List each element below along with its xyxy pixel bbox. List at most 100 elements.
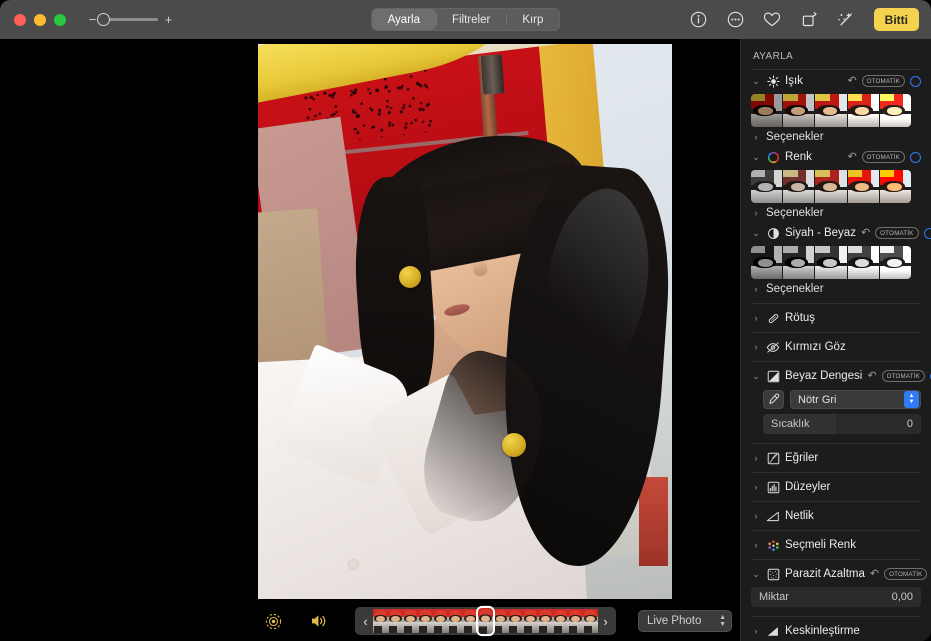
- preview-thumbnail[interactable]: [751, 246, 782, 279]
- chevron-right-icon[interactable]: ›: [751, 540, 761, 550]
- zoom-slider-track[interactable]: [103, 18, 158, 21]
- tab-adjust[interactable]: Ayarla: [372, 9, 436, 30]
- filmstrip-frame[interactable]: [403, 609, 418, 633]
- chevron-right-icon[interactable]: ›: [751, 284, 761, 294]
- preview-thumbnail[interactable]: [783, 94, 814, 127]
- eyedropper-icon[interactable]: [763, 390, 784, 409]
- chevron-updown-icon[interactable]: ▲▼: [904, 391, 919, 408]
- preview-thumbnail[interactable]: [848, 246, 879, 279]
- live-photo-filmstrip[interactable]: ‹ ›: [355, 607, 616, 635]
- preview-thumbnail[interactable]: [880, 94, 911, 127]
- group-noise-reduction-header[interactable]: ⌄ Parazit Azaltma↶OTOMATİK: [751, 563, 921, 585]
- filmstrip-frames[interactable]: [373, 609, 598, 633]
- chevron-right-icon[interactable]: ›: [751, 132, 761, 142]
- tab-filters[interactable]: Filtreler: [436, 9, 506, 30]
- group-color-options-row[interactable]: ›Seçenekler: [741, 203, 931, 222]
- chevron-right-icon[interactable]: ›: [751, 453, 761, 463]
- filmstrip-frame[interactable]: [418, 609, 433, 633]
- filmstrip-frame[interactable]: [568, 609, 583, 633]
- preview-thumbnail-row[interactable]: [751, 246, 911, 279]
- filmstrip-frame[interactable]: [508, 609, 523, 633]
- done-button[interactable]: Bitti: [874, 8, 919, 31]
- white-balance-mode-select[interactable]: Nötr Gri▲▼: [790, 390, 921, 409]
- live-photo-mode-select[interactable]: Live Photo ▲▼: [638, 610, 732, 632]
- filmstrip-frame[interactable]: [433, 609, 448, 633]
- preview-thumbnail-row[interactable]: [751, 170, 911, 203]
- group-color-header[interactable]: ⌄ Renk↶OTOMATİK: [751, 146, 921, 168]
- preview-thumbnail[interactable]: [880, 246, 911, 279]
- chevron-right-icon[interactable]: ›: [751, 208, 761, 218]
- enable-toggle-ring[interactable]: [910, 76, 921, 87]
- preview-thumbnail-row[interactable]: [751, 94, 911, 127]
- group-curves-header[interactable]: › Eğriler: [751, 447, 921, 469]
- noise-amount-slider[interactable]: Miktar0,00: [751, 587, 921, 607]
- live-photo-icon[interactable]: [265, 613, 282, 630]
- preview-thumbnail[interactable]: [751, 170, 782, 203]
- preview-thumbnail[interactable]: [783, 246, 814, 279]
- group-sharpen-header[interactable]: › Keskinleştirme: [751, 620, 921, 641]
- preview-thumbnail[interactable]: [783, 170, 814, 203]
- filmstrip-frame[interactable]: [463, 609, 478, 633]
- filmstrip-frame[interactable]: [538, 609, 553, 633]
- group-retouch-header[interactable]: › Rötuş: [751, 307, 921, 329]
- temperature-slider[interactable]: Sıcaklık0: [763, 414, 921, 434]
- close-window-button[interactable]: [14, 14, 26, 26]
- filmstrip-prev-button[interactable]: ‹: [358, 615, 373, 628]
- auto-badge[interactable]: OTOMATİK: [884, 568, 927, 580]
- preview-thumbnail[interactable]: [880, 170, 911, 203]
- filmstrip-frame[interactable]: [553, 609, 568, 633]
- filmstrip-frame[interactable]: [448, 609, 463, 633]
- chevron-down-icon[interactable]: ⌄: [751, 155, 761, 159]
- group-black-and-white-options-row[interactable]: ›Seçenekler: [741, 279, 931, 298]
- preview-thumbnail[interactable]: [815, 94, 846, 127]
- filmstrip-next-button[interactable]: ›: [598, 615, 613, 628]
- revert-icon[interactable]: ↶: [867, 371, 876, 382]
- enable-toggle-ring[interactable]: [924, 228, 931, 239]
- edited-photo[interactable]: [258, 44, 672, 599]
- chevron-down-icon[interactable]: ⌄: [751, 79, 761, 83]
- rotate-icon[interactable]: [800, 10, 819, 29]
- filmstrip-frame[interactable]: [388, 609, 403, 633]
- zoom-window-button[interactable]: [54, 14, 66, 26]
- minimize-window-button[interactable]: [34, 14, 46, 26]
- chevron-right-icon[interactable]: ›: [751, 342, 761, 352]
- filmstrip-frame[interactable]: [373, 609, 388, 633]
- enable-toggle-ring[interactable]: [910, 152, 921, 163]
- filmstrip-frame[interactable]: [583, 609, 598, 633]
- zoom-slider[interactable]: − +: [88, 13, 173, 26]
- filmstrip-frame[interactable]: [493, 609, 508, 633]
- favorite-heart-icon[interactable]: [763, 10, 782, 29]
- preview-thumbnail[interactable]: [848, 94, 879, 127]
- revert-icon[interactable]: ↶: [861, 228, 870, 239]
- zoom-out-label[interactable]: −: [88, 13, 97, 26]
- chevron-updown-icon[interactable]: ▲▼: [719, 615, 726, 628]
- chevron-right-icon[interactable]: ›: [751, 482, 761, 492]
- chevron-right-icon[interactable]: ›: [751, 313, 761, 323]
- preview-thumbnail[interactable]: [848, 170, 879, 203]
- adjust-sidebar[interactable]: AYARLA ⌄ Işık↶OTOMATİK›Seçenekler⌄ Renk↶…: [740, 39, 931, 641]
- group-light-header[interactable]: ⌄ Işık↶OTOMATİK: [751, 70, 921, 92]
- group-selective-color-header[interactable]: › Seçmeli Renk: [751, 534, 921, 556]
- speaker-on-icon[interactable]: [310, 613, 329, 629]
- group-red-eye-header[interactable]: › Kırmızı Göz: [751, 336, 921, 358]
- chevron-down-icon[interactable]: ⌄: [751, 231, 761, 235]
- auto-badge[interactable]: OTOMATİK: [862, 151, 905, 163]
- preview-thumbnail[interactable]: [815, 246, 846, 279]
- chevron-right-icon[interactable]: ›: [751, 626, 761, 636]
- chevron-down-icon[interactable]: ⌄: [751, 374, 761, 378]
- more-options-icon[interactable]: [726, 10, 745, 29]
- group-levels-header[interactable]: › Düzeyler: [751, 476, 921, 498]
- revert-icon[interactable]: ↶: [847, 76, 856, 87]
- zoom-in-label[interactable]: +: [164, 13, 173, 26]
- auto-enhance-wand-icon[interactable]: [837, 10, 856, 29]
- revert-icon[interactable]: ↶: [870, 569, 879, 580]
- tab-crop[interactable]: Kırp: [506, 9, 559, 30]
- info-icon[interactable]: [689, 10, 708, 29]
- group-definition-header[interactable]: › Netlik: [751, 505, 921, 527]
- filmstrip-frame[interactable]: [523, 609, 538, 633]
- chevron-right-icon[interactable]: ›: [751, 511, 761, 521]
- chevron-down-icon[interactable]: ⌄: [751, 572, 761, 576]
- preview-thumbnail[interactable]: [751, 94, 782, 127]
- group-black-and-white-header[interactable]: ⌄ Siyah - Beyaz↶OTOMATİK: [751, 222, 921, 244]
- group-white-balance-header[interactable]: ⌄ Beyaz Dengesi↶OTOMATİK: [751, 365, 921, 387]
